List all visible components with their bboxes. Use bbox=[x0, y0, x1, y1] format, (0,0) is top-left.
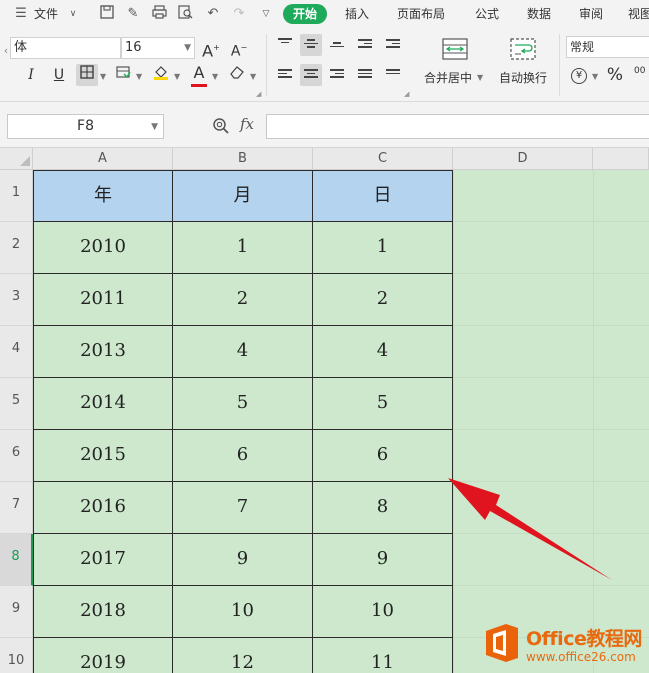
align-center-icon bbox=[304, 69, 318, 81]
ribbon-separator bbox=[266, 34, 267, 96]
font-color-swatch bbox=[191, 84, 207, 87]
tab-view[interactable]: 视图 bbox=[628, 0, 649, 28]
red-arrow-icon bbox=[448, 478, 612, 580]
tab-review[interactable]: 审阅 bbox=[579, 0, 603, 28]
currency-button[interactable]: ¥ bbox=[568, 64, 590, 86]
annotation-arrow bbox=[448, 478, 612, 580]
zoom-search-icon[interactable] bbox=[212, 117, 230, 135]
align-right-button[interactable] bbox=[326, 64, 348, 86]
save-icon[interactable] bbox=[98, 5, 116, 23]
insert-function-button[interactable]: fx bbox=[240, 115, 254, 133]
cell-style-button[interactable] bbox=[112, 64, 134, 86]
tab-data[interactable]: 数据 bbox=[527, 0, 551, 28]
watermark-title: Office教程网 bbox=[526, 628, 642, 650]
chevron-down-icon[interactable]: ▼ bbox=[250, 72, 256, 81]
chevron-down-icon[interactable]: ▼ bbox=[100, 72, 106, 81]
cell-style-icon bbox=[115, 66, 131, 79]
tab-home[interactable]: 开始 bbox=[283, 4, 328, 24]
number-format-value: 常规 bbox=[570, 40, 595, 54]
chevron-down-icon[interactable]: ▼ bbox=[136, 72, 142, 81]
merge-center-icon[interactable] bbox=[442, 38, 468, 60]
font-size-select[interactable]: 16 ▼ bbox=[121, 37, 195, 59]
chevron-down-icon[interactable]: ▼ bbox=[592, 72, 598, 81]
spreadsheet-grid: ABCD 1 2 3 4 5 6 7 8 9 10 年月日 2010 1 1 2011 2 2 2013 4 4 20… bbox=[0, 148, 649, 673]
outdent-icon bbox=[358, 39, 372, 51]
align-top-icon bbox=[278, 38, 292, 50]
indent-icon bbox=[386, 39, 400, 51]
watermark-url: www.office26.com bbox=[526, 650, 636, 664]
formula-input[interactable] bbox=[266, 114, 649, 139]
redo-icon[interactable]: ↷ bbox=[230, 5, 248, 23]
chevron-down-icon[interactable]: ▼ bbox=[477, 73, 483, 82]
borders-button[interactable] bbox=[76, 64, 98, 86]
italic-button[interactable]: I bbox=[20, 64, 42, 86]
menu-bar: ☰ 文件 ∨ ✎ ↶ ↷ ▽ 开始 插入 页面布局 公式 数据 审阅 视图 bbox=[0, 0, 649, 28]
font-name-select[interactable]: 体 bbox=[10, 37, 121, 59]
dialog-launcher-icon[interactable]: ◢ bbox=[256, 90, 261, 98]
watermark: Office教程网 www.office26.com bbox=[480, 616, 648, 668]
align-bottom-icon bbox=[330, 42, 344, 54]
paint-bucket-icon bbox=[154, 66, 168, 80]
chevron-down-icon[interactable]: ▼ bbox=[174, 72, 180, 81]
align-middle-button[interactable] bbox=[300, 34, 322, 56]
undo-icon[interactable]: ↶ bbox=[204, 5, 222, 23]
align-top-button[interactable] bbox=[274, 34, 296, 56]
underline-button[interactable]: U bbox=[48, 64, 70, 86]
distributed-align-button[interactable] bbox=[382, 64, 404, 86]
align-left-icon bbox=[278, 69, 292, 81]
chevron-down-icon[interactable]: ∨ bbox=[64, 5, 82, 23]
decrease-indent-button[interactable] bbox=[354, 34, 376, 56]
decimal-button[interactable]: 00 bbox=[634, 66, 645, 76]
ribbon-separator bbox=[559, 34, 560, 96]
name-box[interactable]: F8 ▼ bbox=[7, 114, 164, 139]
align-center-button[interactable] bbox=[300, 64, 322, 86]
tab-page-layout[interactable]: 页面布局 bbox=[397, 0, 445, 28]
file-menu[interactable]: 文件 bbox=[34, 0, 58, 28]
decrease-font-size-button[interactable]: A− bbox=[228, 37, 250, 60]
justify-button[interactable] bbox=[354, 64, 376, 86]
office-logo-icon bbox=[486, 624, 518, 662]
increase-indent-button[interactable] bbox=[382, 34, 404, 56]
number-format-select[interactable]: 常规 bbox=[566, 36, 649, 58]
align-bottom-button[interactable] bbox=[326, 34, 348, 56]
wrap-text-label[interactable]: 自动换行 bbox=[499, 69, 547, 86]
tab-formulas[interactable]: 公式 bbox=[475, 0, 499, 28]
eraser-icon bbox=[230, 66, 244, 79]
align-left-button[interactable] bbox=[274, 64, 296, 86]
font-color-button[interactable]: A bbox=[188, 62, 210, 84]
align-right-icon bbox=[330, 69, 344, 81]
percent-button[interactable]: % bbox=[604, 64, 626, 86]
borders-icon bbox=[80, 65, 94, 79]
tab-insert[interactable]: 插入 bbox=[345, 0, 369, 28]
customize-toolbar-icon[interactable]: ▽ bbox=[257, 5, 275, 23]
hamburger-menu-icon[interactable]: ☰ bbox=[12, 5, 30, 23]
print-preview-icon[interactable] bbox=[176, 5, 194, 23]
wrap-text-icon[interactable] bbox=[510, 38, 536, 60]
currency-icon: ¥ bbox=[571, 68, 587, 84]
print-icon[interactable] bbox=[150, 5, 168, 23]
merge-center-label[interactable]: 合并居中 bbox=[424, 69, 472, 86]
chevron-down-icon[interactable]: ▼ bbox=[212, 72, 218, 81]
distributed-icon bbox=[386, 69, 400, 81]
increase-font-size-button[interactable]: A+ bbox=[200, 37, 222, 60]
font-name-value: 体 bbox=[14, 40, 28, 55]
fill-color-button[interactable] bbox=[150, 64, 172, 86]
formula-bar: F8 ▼ fx bbox=[0, 102, 649, 148]
justify-icon bbox=[358, 69, 372, 81]
ribbon-toolbar: ‹ 体 16 ▼ A+ A− I U ▼ ▼ ▼ A ▼ ▼ ◢ ◢ 合并居中 … bbox=[0, 28, 649, 102]
font-size-value: 16 bbox=[125, 40, 142, 55]
name-box-value: F8 bbox=[77, 118, 94, 134]
clear-button[interactable] bbox=[226, 64, 248, 86]
dialog-launcher-icon[interactable]: ◢ bbox=[404, 90, 409, 98]
format-painter-icon[interactable]: ✎ bbox=[124, 5, 142, 23]
chevron-down-icon: ▼ bbox=[184, 43, 191, 53]
align-middle-icon bbox=[304, 39, 318, 51]
chevron-down-icon[interactable]: ▼ bbox=[151, 116, 158, 139]
font-color-letter: A bbox=[193, 63, 205, 82]
